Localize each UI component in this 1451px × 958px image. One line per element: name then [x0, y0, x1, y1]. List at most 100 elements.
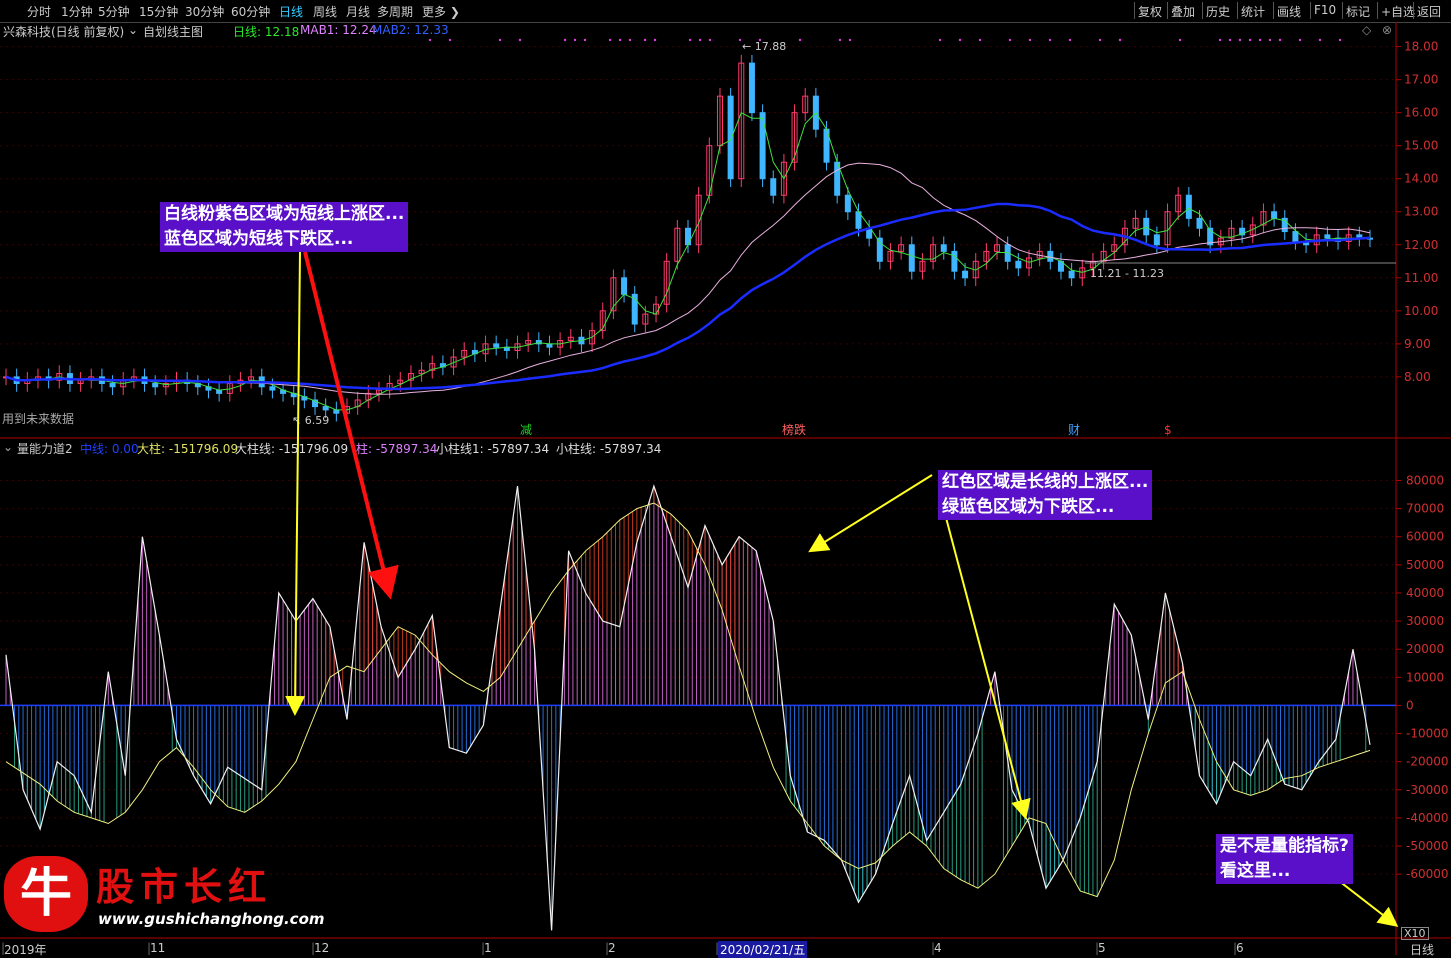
callout-text: 是不是量能指标? — [1220, 836, 1349, 856]
candle-body — [748, 62, 755, 114]
candle-body — [621, 277, 628, 295]
date-axis-tick: | — [481, 941, 486, 955]
top-dot-marker — [978, 38, 982, 42]
date-axis-label: 1 — [484, 941, 492, 955]
indicator-tick-label: -60000 — [1406, 867, 1449, 881]
candle-body — [152, 382, 159, 388]
indicator-tick-label: 80000 — [1406, 473, 1444, 487]
indicator-tick-label: -50000 — [1406, 839, 1449, 853]
top-dot-marker — [518, 38, 522, 42]
candle-body — [269, 386, 276, 391]
candle-body — [1143, 217, 1150, 236]
callout-text: 蓝色区域为短线下跌区... — [164, 229, 354, 249]
big-bar-line-value: 大柱线: -151796.09 — [235, 442, 349, 456]
event-marker: 减 — [520, 423, 532, 437]
date-axis-label: 5 — [1098, 941, 1106, 955]
date-axis-label: 12 — [314, 941, 330, 955]
price-tick-label: 15.00 — [1404, 139, 1438, 153]
top-dot-marker — [1268, 38, 1272, 42]
top-dot-marker — [573, 38, 577, 42]
small-bar-line1-value: 小柱线1: -57897.34 — [436, 442, 550, 456]
indicator-tick-label: -10000 — [1406, 727, 1449, 741]
stock-chart: 18.0017.0016.0015.0014.0013.0012.0011.00… — [0, 22, 1451, 955]
top-dot-marker — [848, 38, 852, 42]
date-axis-label: 11 — [150, 941, 166, 955]
top-dot-marker — [958, 38, 962, 42]
candle-body — [876, 237, 883, 262]
range-annotation: 11.21 - 11.23 — [1090, 267, 1164, 280]
top-dot-marker — [1238, 38, 1242, 42]
candle-body — [1292, 231, 1299, 242]
top-dot-marker — [653, 38, 657, 42]
top-dot-marker — [1298, 38, 1302, 42]
top-dot-marker — [583, 38, 587, 42]
indicator-tick-label: 30000 — [1406, 614, 1444, 628]
candle-body — [109, 382, 116, 388]
chevron-down-icon[interactable]: ⌄ — [3, 440, 13, 454]
top-dot-marker — [738, 38, 742, 42]
indicator-tick-label: 70000 — [1406, 502, 1444, 516]
top-dot-marker — [428, 38, 432, 42]
indicator-tick-label: 10000 — [1406, 670, 1444, 684]
event-marker: 财 — [1068, 423, 1080, 437]
indicator-tick-label: -30000 — [1406, 783, 1449, 797]
price-tick-label: 10.00 — [1404, 304, 1438, 318]
top-dot-marker — [1118, 38, 1122, 42]
candle-body — [951, 250, 958, 272]
candle-body — [1271, 211, 1278, 219]
price-tick-label: 18.00 — [1404, 40, 1438, 54]
event-marker: 榜跌 — [782, 422, 806, 437]
ma-short-line — [5, 111, 1371, 411]
callout-text: 绿蓝色区域为下跌区... — [942, 497, 1115, 517]
brand-url: www.gushichanghong.com — [98, 910, 325, 928]
top-dot-marker — [1028, 38, 1032, 42]
top-dot-marker — [938, 38, 942, 42]
top-dot-marker — [798, 38, 802, 42]
callout-text: 红色区域是长线的上涨区... — [942, 472, 1149, 492]
callout-text: 看这里... — [1220, 861, 1291, 881]
price-tick-label: 14.00 — [1404, 172, 1438, 186]
candle-body — [322, 406, 329, 411]
candle-body — [844, 194, 851, 213]
top-dot-marker — [448, 38, 452, 42]
price-tick-label: 9.00 — [1404, 337, 1431, 351]
period-label[interactable]: 日线 — [1410, 941, 1434, 958]
indicator-tick-label: -40000 — [1406, 811, 1449, 825]
price-tick-label: 13.00 — [1404, 205, 1438, 219]
candle-body — [962, 270, 969, 279]
candle-body — [1015, 260, 1022, 269]
top-dot-marker — [1228, 38, 1232, 42]
indicator-name[interactable]: 量能力道2 — [17, 440, 73, 457]
top-dot-marker — [1338, 38, 1342, 42]
candle-body — [1196, 217, 1203, 229]
date-axis-label: 6 — [1236, 941, 1244, 955]
price-tick-label: 12.00 — [1404, 238, 1438, 252]
candle-body — [493, 343, 500, 348]
price-tick-label: 16.00 — [1404, 106, 1438, 120]
zoom-badge[interactable]: X10 — [1401, 927, 1429, 940]
top-dot-marker — [698, 38, 702, 42]
date-axis-tick: | — [1, 941, 6, 955]
indicator-tick-label: -20000 — [1406, 755, 1449, 769]
callout-text: 白线粉紫色区域为短线上涨区... — [164, 204, 405, 224]
candle-body — [759, 112, 766, 180]
date-axis-tick: | — [311, 941, 316, 955]
date-axis-label: 2020/02/21/五 — [718, 941, 808, 958]
candle-body — [1068, 270, 1075, 279]
top-dot-marker — [1098, 38, 1102, 42]
top-dot-marker — [628, 38, 632, 42]
date-axis-label: 4 — [934, 941, 942, 955]
date-axis-label: 2 — [608, 941, 616, 955]
top-dot-marker — [708, 38, 712, 42]
high-annotation: ← 17.88 — [742, 40, 786, 53]
top-dot-marker — [838, 38, 842, 42]
indicator-info-bar: ⌄ 量能力道2 中线: 0.00 大柱: -151796.09 大柱线: -15… — [0, 440, 1400, 456]
candle-body — [1185, 194, 1192, 219]
indicator-tick-label: 0 — [1406, 698, 1414, 712]
bull-logo-icon: 牛 — [4, 856, 88, 932]
top-dot-marker — [1178, 38, 1182, 42]
top-dot-marker — [1068, 38, 1072, 42]
callout-long-term: 红色区域是长线的上涨区... 绿蓝色区域为下跌区... — [938, 470, 1153, 520]
callout-short-term: 白线粉紫色区域为短线上涨区... 蓝色区域为短线下跌区... — [160, 202, 409, 252]
pointer-arrow — [808, 474, 933, 553]
